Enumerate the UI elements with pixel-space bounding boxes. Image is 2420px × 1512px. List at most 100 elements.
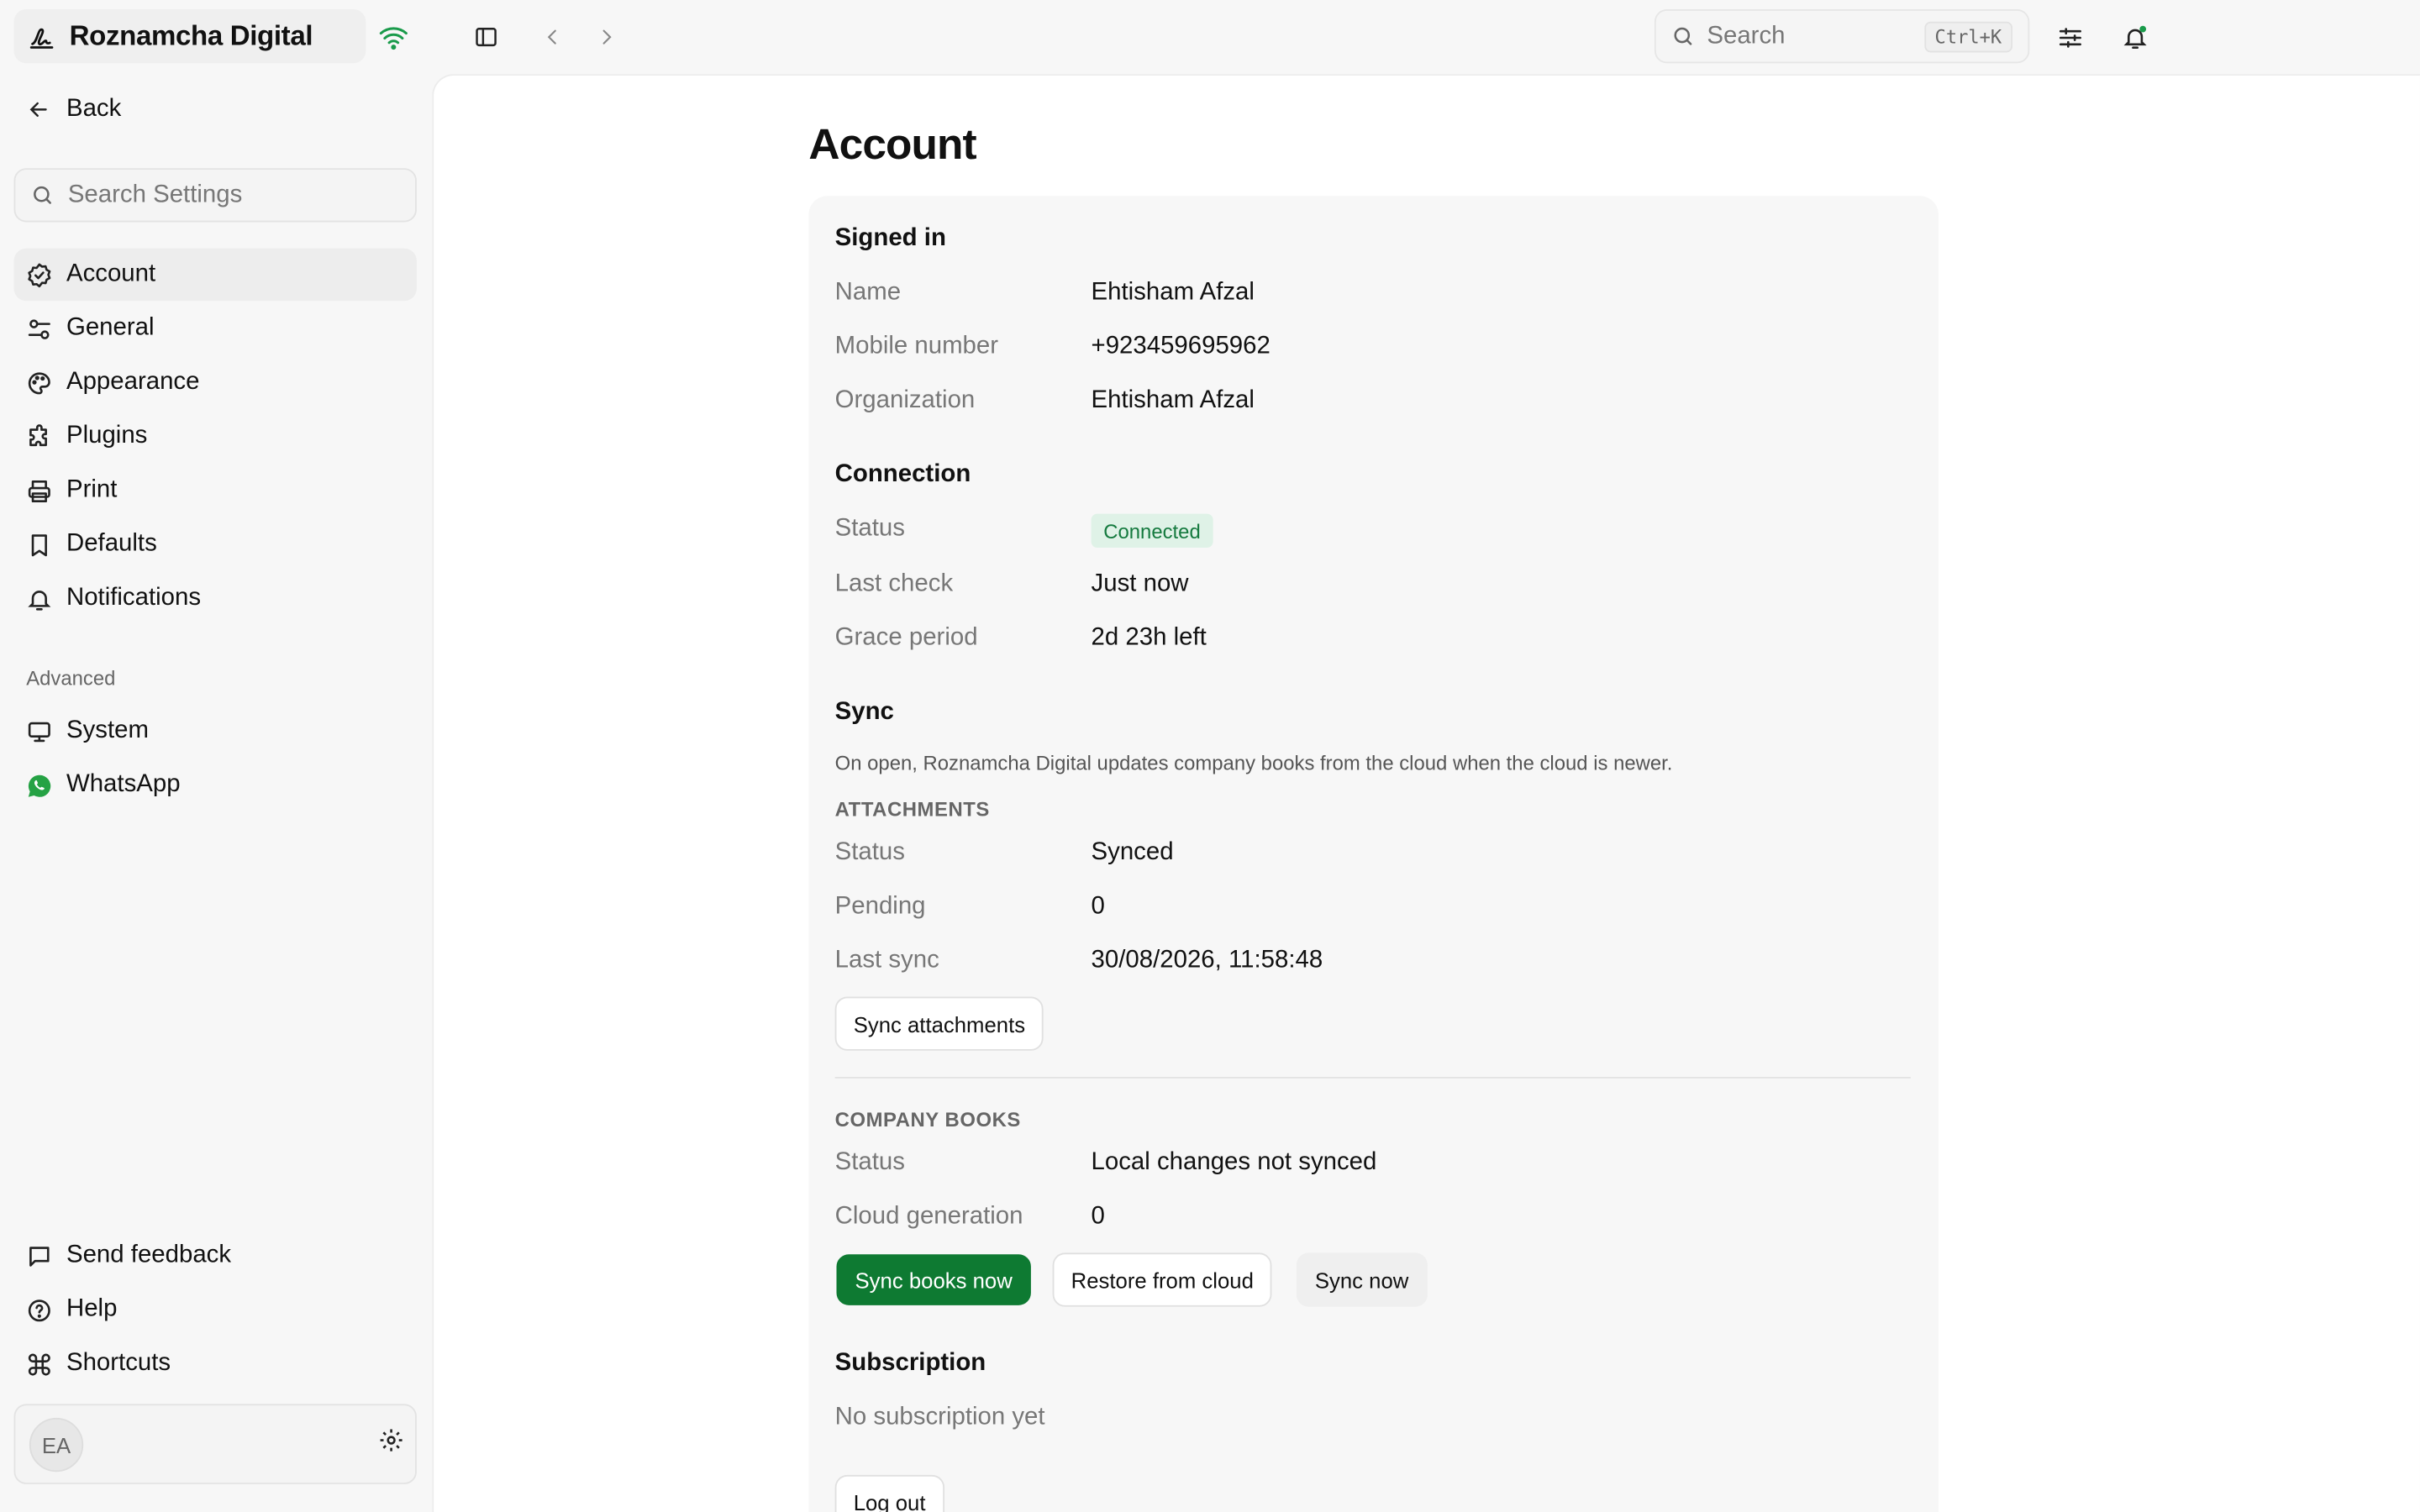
sidebar-toggle-icon [474, 24, 498, 49]
search-icon [1671, 24, 1695, 48]
chevron-left-icon [542, 26, 564, 48]
sidebar-item-label: Plugins [66, 423, 148, 449]
filters-button[interactable] [2051, 18, 2088, 55]
search-placeholder: Search [1707, 22, 1786, 49]
field-label: Grace period [834, 624, 978, 652]
user-card[interactable]: EA [13, 1404, 417, 1484]
advanced-section-label: Advanced [26, 666, 116, 690]
puzzle-icon [26, 423, 52, 449]
bell-icon [26, 585, 52, 612]
account-card: Signed in Name Ehtisham Afzal Mobile num… [808, 196, 1939, 1512]
signed-in-heading: Signed in [834, 225, 946, 252]
field-label: Pending [834, 893, 926, 920]
field-value: 30/08/2026, 11:58:48 [1091, 947, 1323, 974]
toggles-icon [26, 316, 52, 342]
settings-search-input[interactable]: Search Settings [13, 168, 417, 223]
subscription-heading: Subscription [834, 1350, 986, 1377]
sidebar-item-label: Appearance [66, 368, 200, 396]
app-title: Roznamcha Digital [69, 19, 313, 51]
sync-note: On open, Roznamcha Digital updates compa… [834, 751, 1673, 775]
sidebar-item-label: WhatsApp [66, 771, 181, 798]
field-value: 0 [1091, 893, 1105, 920]
sync-books-now-button[interactable]: Sync books now [836, 1254, 1031, 1305]
wifi-icon [378, 24, 409, 51]
sync-now-button[interactable]: Sync now [1296, 1252, 1428, 1307]
sidebar-item-appearance[interactable]: Appearance [14, 356, 417, 408]
bell-icon [2122, 24, 2148, 50]
field-label: Name [834, 279, 902, 306]
sidebar-item-notifications[interactable]: Notifications [14, 572, 417, 624]
sidebar-item-print[interactable]: Print [14, 465, 417, 517]
search-shortcut-hint: Ctrl+K [1923, 20, 2013, 52]
message-square-icon [26, 1242, 52, 1268]
sidebar-item-label: General [66, 314, 155, 341]
signature-icon [28, 23, 55, 50]
main-content: Account Signed in Name Ehtisham Afzal Mo… [432, 74, 2420, 1512]
sidebar-item-label: Shortcuts [66, 1350, 171, 1377]
sidebar-item-label: Print [66, 476, 118, 503]
sidebar-item-system[interactable]: System [14, 705, 417, 757]
command-icon [26, 1351, 52, 1377]
sidebar-item-label: Notifications [66, 585, 202, 612]
field-value: 2d 23h left [1091, 624, 1207, 652]
sidebar-toggle-button[interactable] [468, 18, 505, 55]
sidebar-item-label: Account [66, 260, 156, 287]
printer-icon [26, 477, 52, 503]
field-value: Synced [1091, 839, 1174, 866]
company-books-heading: COMPANY BOOKS [834, 1107, 1021, 1131]
back-label: Back [66, 95, 122, 123]
field-value: +923459695962 [1091, 333, 1270, 360]
top-bar: Roznamcha Digital Search Ctrl+K [0, 0, 2420, 74]
subscription-status: No subscription yet [834, 1404, 1045, 1431]
page-title: Account [808, 120, 976, 169]
help-circle-icon [26, 1297, 52, 1323]
divider [834, 1077, 1911, 1079]
sidebar-item-account[interactable]: Account [13, 248, 417, 302]
field-label: Mobile number [834, 333, 999, 360]
search-icon [31, 184, 55, 207]
sidebar-item-defaults[interactable]: Defaults [14, 518, 417, 570]
sidebar-item-whatsapp[interactable]: WhatsApp [14, 759, 417, 811]
sidebar-item-help[interactable]: Help [14, 1284, 417, 1336]
log-out-button[interactable]: Log out [834, 1474, 944, 1512]
notifications-button[interactable] [2116, 18, 2153, 55]
field-value: Ehtisham Afzal [1091, 279, 1255, 306]
field-label: Cloud generation [834, 1203, 1023, 1230]
field-label: Last sync [834, 947, 939, 974]
sidebar-item-shortcuts[interactable]: Shortcuts [14, 1337, 417, 1389]
sidebar-item-label: System [66, 717, 149, 744]
palette-icon [26, 370, 52, 396]
whatsapp-icon [26, 772, 52, 798]
field-value: Local changes not synced [1091, 1149, 1377, 1176]
app-switcher[interactable]: Roznamcha Digital [13, 9, 366, 64]
settings-search-placeholder: Search Settings [67, 181, 243, 208]
sidebar-item-plugins[interactable]: Plugins [14, 411, 417, 463]
gear-icon[interactable] [378, 1427, 406, 1455]
sidebar-item-label: Defaults [66, 530, 157, 558]
back-link[interactable]: Back [26, 96, 121, 123]
sidebar-item-label: Send feedback [66, 1242, 232, 1268]
sidebar-item-general[interactable]: General [14, 302, 417, 354]
attachments-heading: ATTACHMENTS [834, 797, 990, 822]
field-label: Organization [834, 387, 976, 414]
monitor-icon [26, 718, 52, 744]
connection-heading: Connection [834, 461, 971, 488]
sliders-icon [2056, 24, 2082, 50]
field-value: 0 [1091, 1203, 1105, 1230]
restore-from-cloud-button[interactable]: Restore from cloud [1052, 1252, 1272, 1307]
sync-heading: Sync [834, 699, 894, 726]
sidebar-item-label: Help [66, 1295, 118, 1323]
avatar[interactable]: EA [29, 1417, 84, 1473]
badge-check-icon [26, 261, 52, 287]
field-value: Just now [1091, 570, 1189, 597]
forward-nav-button[interactable] [588, 18, 625, 55]
global-search[interactable]: Search Ctrl+K [1654, 9, 2030, 64]
sync-attachments-button[interactable]: Sync attachments [834, 996, 1044, 1051]
status-badge: Connected [1091, 513, 1213, 549]
chevron-right-icon [596, 26, 618, 48]
settings-sidebar: Back Search Settings Account General App… [0, 74, 430, 1512]
field-label: Status [834, 1149, 905, 1176]
back-nav-button[interactable] [534, 18, 571, 55]
sidebar-item-send-feedback[interactable]: Send feedback [14, 1230, 417, 1282]
field-value: Ehtisham Afzal [1091, 387, 1255, 414]
